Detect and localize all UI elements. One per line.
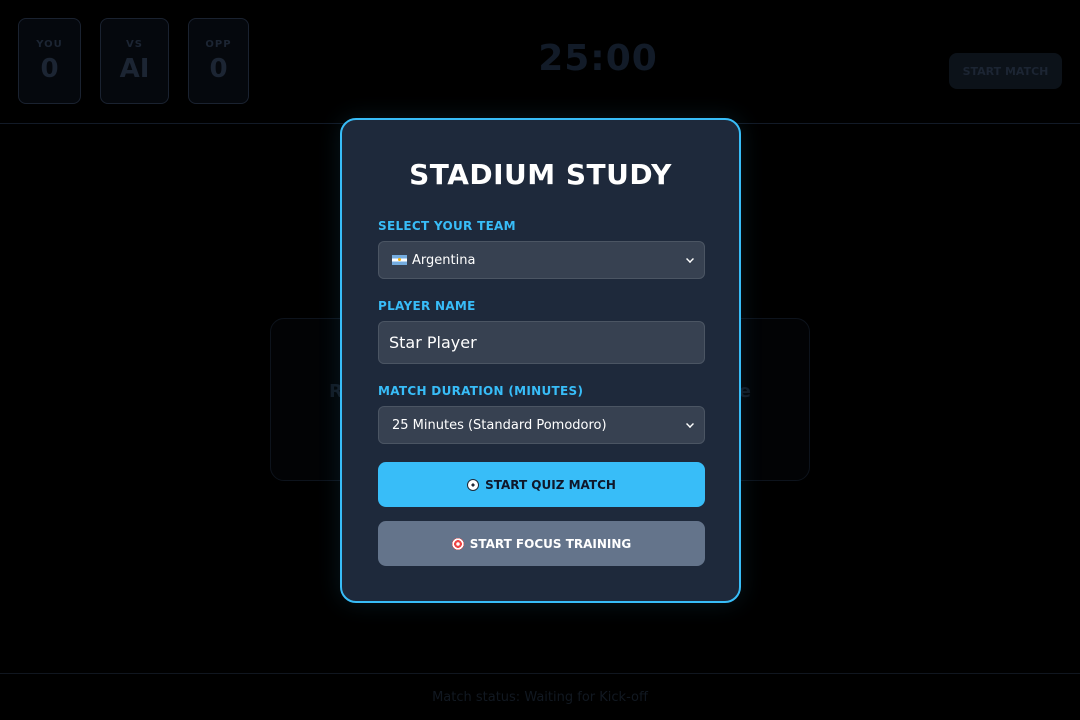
setup-modal: STADIUM STUDY SELECT YOUR TEAM Argentina… [340,118,741,603]
argentina-flag-icon [392,255,407,265]
you-score-box: YOU 0 [18,18,81,104]
scoreboard-header: YOU 0 VS AI OPP 0 25:00 START MATCH [0,0,1080,124]
team-select[interactable]: Argentina [378,241,705,279]
player-name-value: Star Player [389,333,477,352]
you-label: YOU [36,38,63,50]
match-status-bar: Match status: Waiting for Kick-off [0,673,1080,720]
chevron-down-icon [686,255,694,263]
match-timer: 25:00 [538,38,658,79]
target-icon [451,537,464,550]
start-focus-training-label: START FOCUS TRAINING [469,536,632,551]
player-name-label: PLAYER NAME [378,299,476,313]
you-score: 0 [40,53,59,84]
opponent-name: AI [119,53,150,84]
duration-label: MATCH DURATION (MINUTES) [378,384,584,398]
vs-label: VS [126,38,143,50]
chevron-down-icon [686,420,694,428]
player-name-input[interactable]: Star Player [378,321,705,364]
soccer-ball-icon [467,478,480,491]
duration-select-value: 25 Minutes (Standard Pomodoro) [392,417,607,433]
start-quiz-match-label: START QUIZ MATCH [485,477,616,492]
vs-box: VS AI [100,18,169,104]
modal-title: STADIUM STUDY [409,158,672,191]
start-focus-training-button[interactable]: START FOCUS TRAINING [378,521,705,566]
duration-select[interactable]: 25 Minutes (Standard Pomodoro) [378,406,705,444]
opp-score: 0 [209,53,228,84]
opp-score-box: OPP 0 [188,18,249,104]
team-select-value: Argentina [412,252,476,268]
opp-label: OPP [205,38,232,50]
team-label: SELECT YOUR TEAM [378,219,516,233]
match-status-text: Match status: Waiting for Kick-off [432,689,648,705]
start-quiz-match-button[interactable]: START QUIZ MATCH [378,462,705,507]
start-match-button[interactable]: START MATCH [949,53,1062,89]
